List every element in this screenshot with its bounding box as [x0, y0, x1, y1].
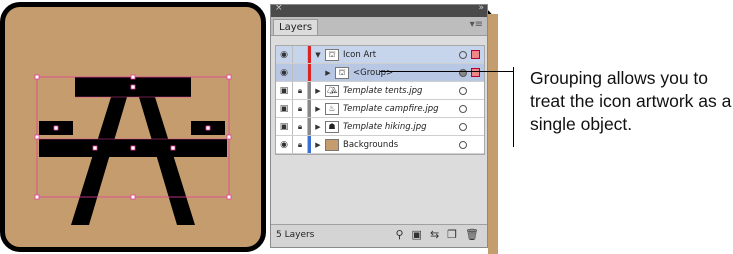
triangle-right-icon[interactable]: ▶ — [313, 105, 323, 113]
target-icon[interactable] — [459, 140, 467, 149]
layer-row-template-tents[interactable]: ▣ 🔒︎ ▶ ⛺︎ Template tents.jpg — [276, 82, 484, 100]
layer-row-template-campfire[interactable]: ▣ 🔒︎ ▶ ♨ Template campfire.jpg — [276, 100, 484, 118]
layer-thumbnail: ⛺︎ — [325, 84, 339, 97]
callout-text: Grouping allows you to treat the icon ar… — [530, 68, 732, 134]
layer-row-template-hiking[interactable]: ▣ 🔒︎ ▶ ☗ Template hiking.jpg — [276, 118, 484, 136]
template-icon[interactable]: ▣ — [276, 118, 293, 135]
layer-thumbnail: ⛫ — [335, 66, 349, 79]
locate-object-icon[interactable]: ⚲ — [395, 228, 403, 241]
make-clipping-mask-icon[interactable]: ▣ — [412, 228, 422, 241]
selection-indicator[interactable] — [471, 140, 480, 149]
eye-icon[interactable]: ◉ — [276, 46, 293, 63]
triangle-right-icon[interactable]: ▶ — [313, 141, 323, 149]
collapse-icon[interactable]: » — [478, 3, 483, 13]
tab-layers[interactable]: Layers — [273, 19, 319, 35]
create-sublayer-icon[interactable]: ⇆ — [430, 228, 439, 241]
target-icon[interactable] — [459, 68, 467, 77]
eye-icon[interactable]: ◉ — [276, 136, 293, 153]
layer-color — [308, 118, 311, 135]
target-icon[interactable] — [459, 86, 467, 95]
layer-row-backgrounds[interactable]: ◉ 🔒︎ ▶ Backgrounds — [276, 136, 484, 154]
new-layer-icon[interactable]: ❐ — [447, 228, 457, 241]
target-icon[interactable] — [459, 50, 467, 59]
template-icon[interactable]: ▣ — [276, 100, 293, 117]
layer-name[interactable]: <Group> — [353, 68, 459, 78]
template-icon[interactable]: ▣ — [276, 82, 293, 99]
target-icon[interactable] — [459, 122, 467, 131]
layer-row-group[interactable]: ◉ ▶ ⛫ <Group> — [276, 64, 484, 82]
lock-slot[interactable] — [293, 64, 308, 81]
lock-icon[interactable]: 🔒︎ — [293, 82, 308, 99]
layer-row-icon-art[interactable]: ◉ ▼ ⛫ Icon Art — [276, 46, 484, 64]
layer-color — [308, 64, 311, 81]
callout-bracket — [513, 67, 514, 147]
triangle-right-icon[interactable]: ▶ — [323, 69, 333, 77]
panel-titlebar[interactable]: × » — [271, 3, 487, 17]
layer-color — [308, 82, 311, 99]
selection-indicator[interactable] — [471, 86, 480, 95]
panel-footer: 5 Layers ⚲ ▣ ⇆ ❐ 🗑︎ — [271, 224, 487, 247]
close-icon[interactable]: × — [275, 3, 283, 13]
layer-name[interactable]: Backgrounds — [343, 140, 459, 150]
layer-name[interactable]: Template hiking.jpg — [343, 122, 459, 132]
layer-color — [308, 136, 311, 153]
lock-icon[interactable]: 🔒︎ — [293, 100, 308, 117]
panel-tabbar: Layers ▾≡ — [271, 17, 487, 36]
artwork-canvas — [0, 2, 266, 252]
triangle-down-icon[interactable]: ▼ — [313, 51, 323, 59]
layer-count: 5 Layers — [276, 230, 315, 240]
selection-indicator[interactable] — [471, 68, 480, 77]
trash-icon[interactable]: 🗑︎ — [465, 228, 479, 241]
selection-indicator[interactable] — [471, 50, 480, 59]
layer-name[interactable]: Template campfire.jpg — [343, 104, 459, 114]
triangle-right-icon[interactable]: ▶ — [313, 123, 323, 131]
lock-icon[interactable]: 🔒︎ — [293, 136, 308, 153]
lock-slot[interactable] — [293, 46, 308, 63]
footer-toolbar: ⚲ ▣ ⇆ ❐ 🗑︎ — [395, 228, 479, 241]
layer-thumbnail: ♨ — [325, 102, 339, 115]
panel-menu-icon[interactable]: ▾≡ — [470, 19, 483, 30]
selection-indicator[interactable] — [471, 122, 480, 131]
background-shape-tan — [488, 14, 498, 254]
layer-color — [308, 46, 311, 63]
callout-leader-line — [380, 71, 514, 72]
layers-panel: × » Layers ▾≡ ◉ ▼ ⛫ Icon Art ◉ ▶ ⛫ <Grou… — [270, 3, 488, 248]
layer-color — [308, 100, 311, 117]
layer-thumbnail: ⛫ — [325, 48, 339, 61]
layers-list: ◉ ▼ ⛫ Icon Art ◉ ▶ ⛫ <Group> ▣ 🔒︎ ▶ ⛺︎ T… — [275, 45, 485, 155]
layer-thumbnail — [325, 138, 339, 151]
selection-indicator[interactable] — [471, 104, 480, 113]
layer-thumbnail: ☗ — [325, 120, 339, 133]
picnic-table-illustration[interactable] — [5, 7, 261, 251]
lock-icon[interactable]: 🔒︎ — [293, 118, 308, 135]
layer-name[interactable]: Template tents.jpg — [343, 86, 459, 96]
eye-icon[interactable]: ◉ — [276, 64, 293, 81]
triangle-right-icon[interactable]: ▶ — [313, 87, 323, 95]
target-icon[interactable] — [459, 104, 467, 113]
layer-name[interactable]: Icon Art — [343, 50, 459, 60]
